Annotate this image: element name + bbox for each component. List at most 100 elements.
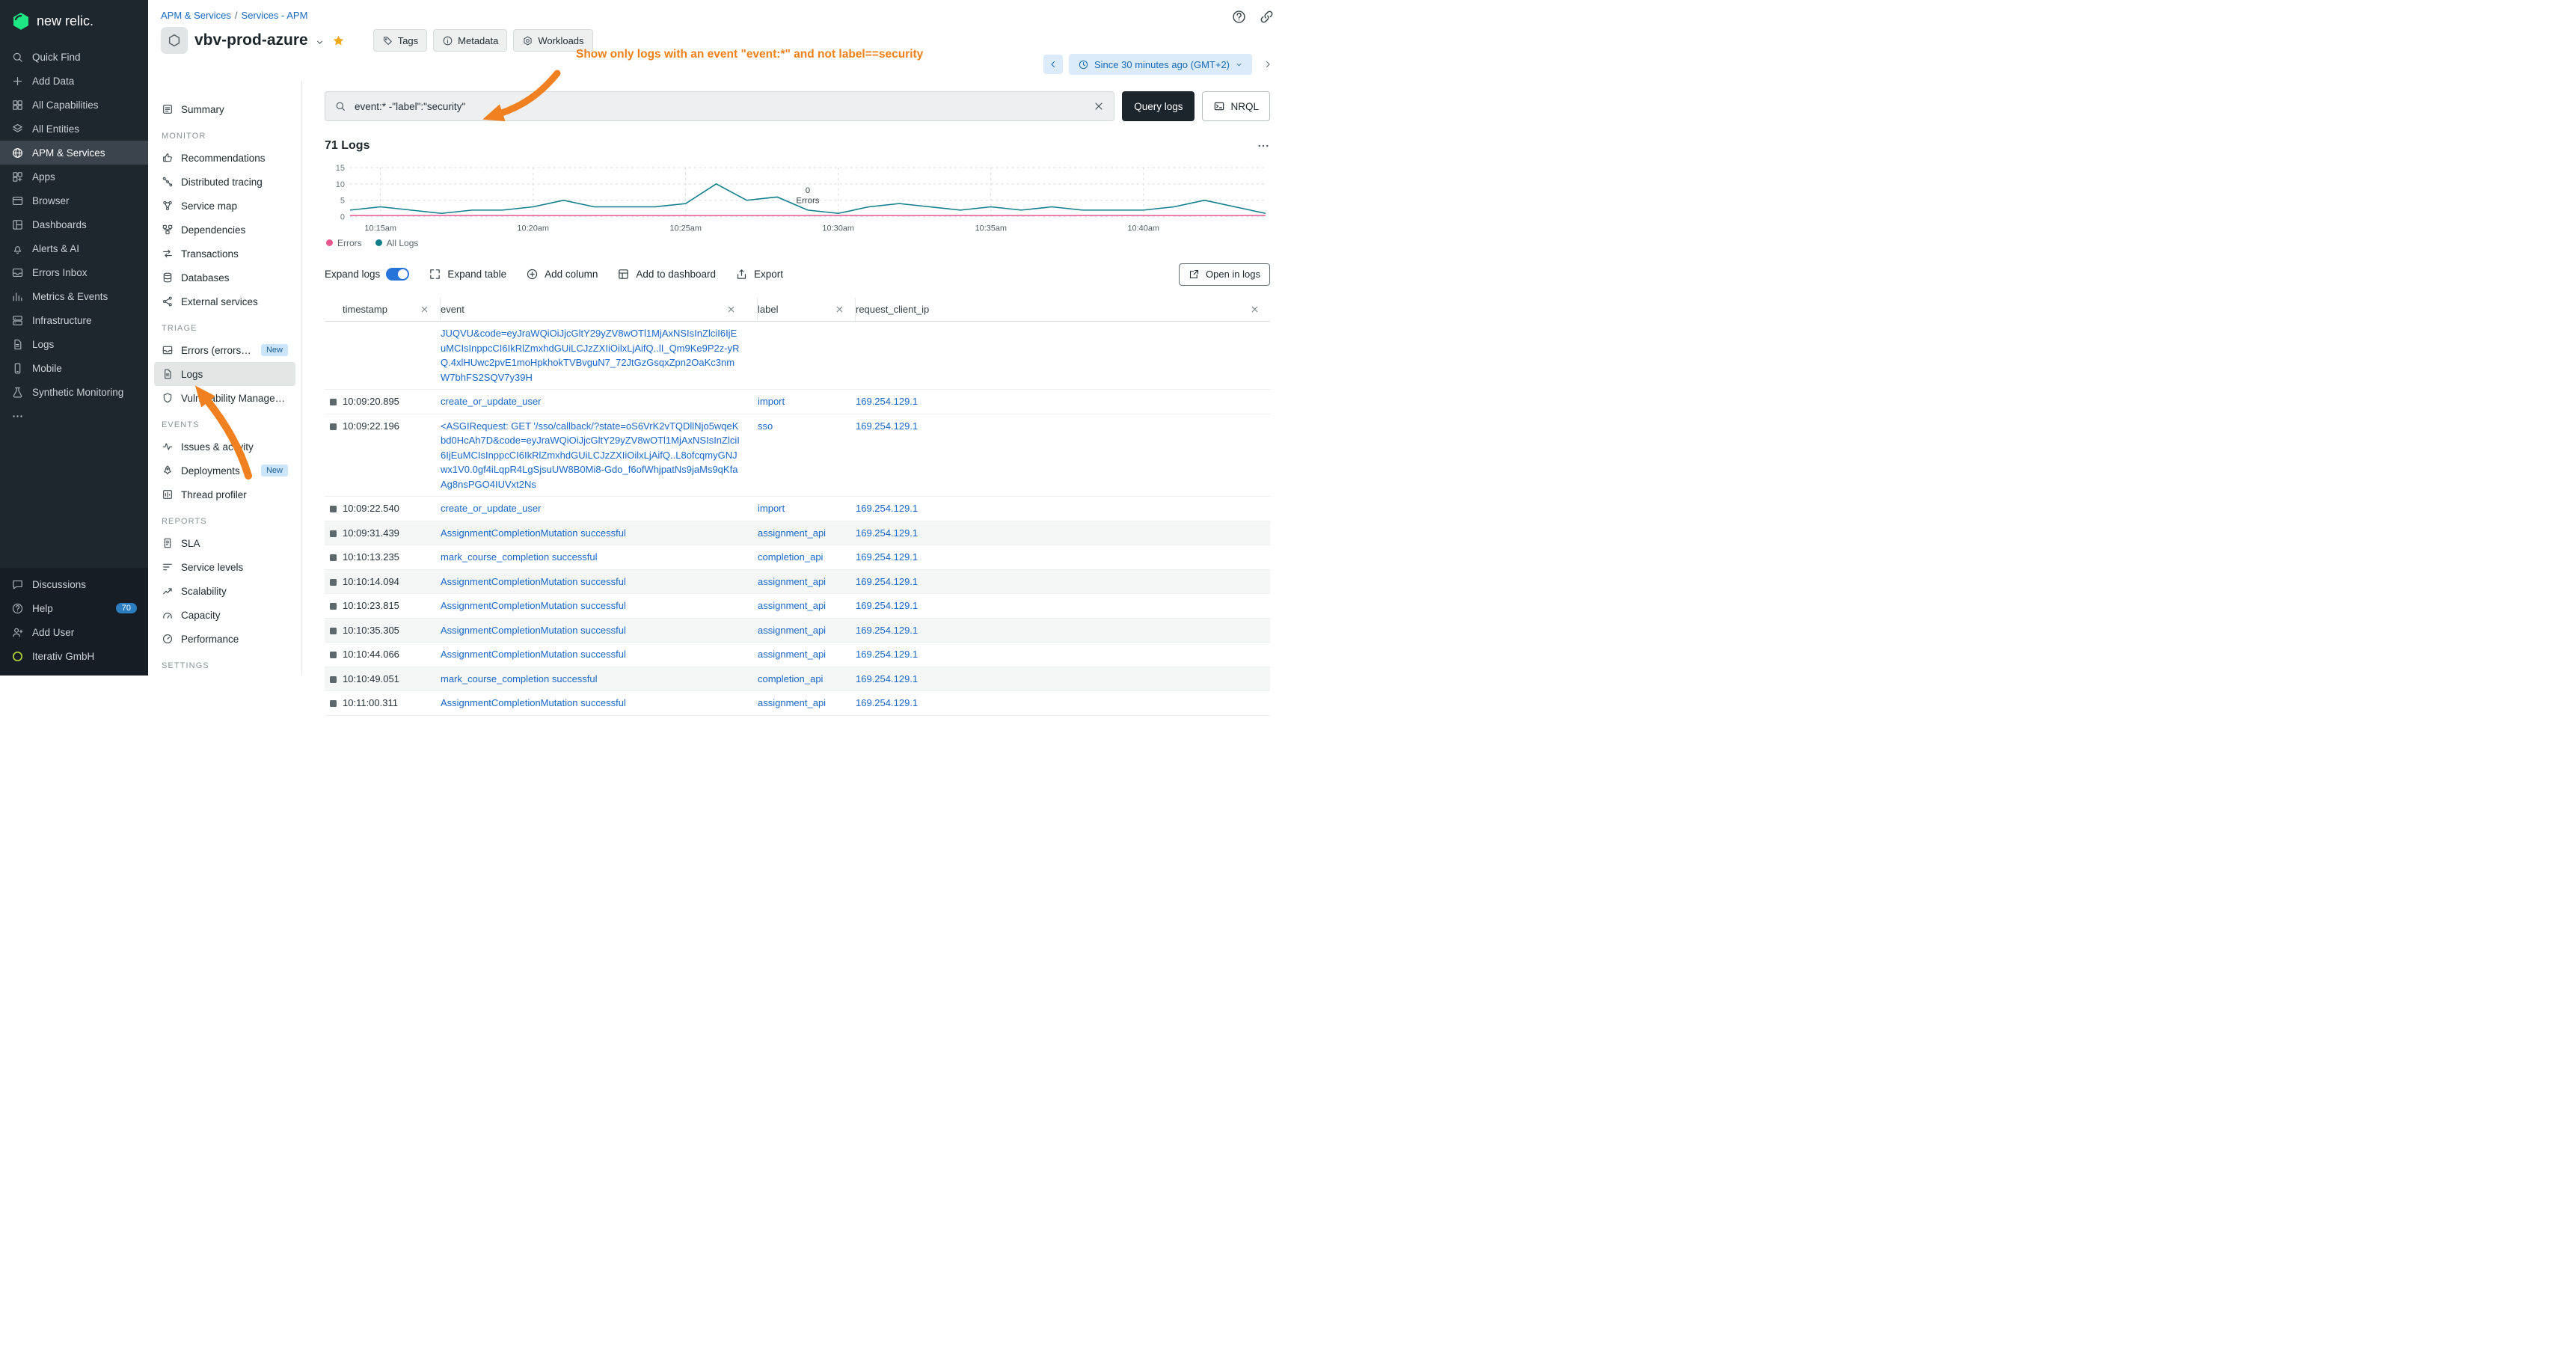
label-link[interactable]: import xyxy=(758,396,785,407)
label-link[interactable]: assignment_api xyxy=(758,600,826,611)
time-forward-button[interactable] xyxy=(1258,55,1278,74)
time-back-button[interactable] xyxy=(1043,55,1063,74)
help-circle-button[interactable] xyxy=(1231,9,1247,25)
clear-search-icon[interactable] xyxy=(1093,100,1105,112)
ip-link[interactable]: 169.254.129.1 xyxy=(856,420,918,432)
log-row[interactable]: 10:09:31.439AssignmentCompletionMutation… xyxy=(325,521,1270,546)
global-footer-item-add-user[interactable]: Add User xyxy=(0,620,148,644)
remove-column-icon[interactable] xyxy=(1250,304,1260,314)
column-header-timestamp[interactable]: timestamp xyxy=(343,298,441,322)
event-link[interactable]: AssignmentCompletionMutation successful xyxy=(441,649,626,660)
event-link[interactable]: JUQVU&code=eyJraWQiOiJjcGltY29yZV8wOTl1M… xyxy=(441,328,740,383)
entity-nav-item-performance[interactable]: Performance xyxy=(154,627,295,651)
log-row[interactable]: 10:09:22.196<ASGIRequest: GET '/sso/call… xyxy=(325,414,1270,497)
ip-link[interactable]: 169.254.129.1 xyxy=(856,649,918,660)
breadcrumb-link-services-apm[interactable]: Services - APM xyxy=(242,10,308,21)
logs-query-input[interactable] xyxy=(353,100,1086,113)
event-link[interactable]: AssignmentCompletionMutation successful xyxy=(441,600,626,611)
favorite-star-icon[interactable] xyxy=(331,34,346,48)
ip-link[interactable]: 169.254.129.1 xyxy=(856,625,918,636)
label-link[interactable]: assignment_api xyxy=(758,527,826,539)
copy-permalink-button[interactable] xyxy=(1259,9,1275,25)
global-nav-item-add-data[interactable]: Add Data xyxy=(0,69,148,93)
global-nav-item-errors-inbox[interactable]: Errors Inbox xyxy=(0,260,148,284)
label-link[interactable]: sso xyxy=(758,420,773,432)
label-link[interactable]: assignment_api xyxy=(758,697,826,708)
event-link[interactable]: <ASGIRequest: GET '/sso/callback/?state=… xyxy=(441,420,740,490)
ip-link[interactable]: 169.254.129.1 xyxy=(856,697,918,708)
global-nav-item-quick-find[interactable]: Quick Find xyxy=(0,45,148,69)
label-link[interactable]: assignment_api xyxy=(758,625,826,636)
global-nav-item-apm-services[interactable]: APM & Services xyxy=(0,141,148,165)
ip-link[interactable]: 169.254.129.1 xyxy=(856,396,918,407)
logs-search-bar[interactable] xyxy=(325,91,1114,121)
global-nav-item-synthetic-monitoring[interactable]: Synthetic Monitoring xyxy=(0,380,148,404)
log-row[interactable]: 10:10:13.235mark_course_completion succe… xyxy=(325,545,1270,570)
label-link[interactable]: completion_api xyxy=(758,551,823,563)
remove-column-icon[interactable] xyxy=(835,304,844,314)
event-link[interactable]: mark_course_completion successful xyxy=(441,673,598,684)
add-column-button[interactable]: Add column xyxy=(526,268,598,281)
open-in-logs-button[interactable]: Open in logs xyxy=(1179,263,1270,286)
label-link[interactable]: import xyxy=(758,503,785,514)
row-select-checkbox[interactable] xyxy=(330,676,337,683)
entity-nav-item-external-services[interactable]: External services xyxy=(154,290,295,313)
label-link[interactable]: completion_api xyxy=(758,673,823,684)
entity-nav-item-summary[interactable]: Summary xyxy=(154,97,295,121)
query-logs-button[interactable]: Query logs xyxy=(1122,91,1195,121)
row-select-checkbox[interactable] xyxy=(330,399,337,405)
ip-link[interactable]: 169.254.129.1 xyxy=(856,503,918,514)
log-row[interactable]: JUQVU&code=eyJraWQiOiJjcGltY29yZV8wOTl1M… xyxy=(325,322,1270,390)
legend-item-all-logs[interactable]: All Logs xyxy=(375,238,419,248)
breadcrumb-link-apm-services[interactable]: APM & Services xyxy=(161,10,231,21)
newrelic-logo[interactable]: new relic. xyxy=(0,0,148,40)
global-nav-item-metrics-events[interactable]: Metrics & Events xyxy=(0,284,148,308)
export-button[interactable]: Export xyxy=(735,268,783,281)
row-select-checkbox[interactable] xyxy=(330,603,337,610)
expand-logs-toggle[interactable] xyxy=(386,268,409,281)
entity-nav-item-thread-profiler[interactable]: Thread profiler xyxy=(154,482,295,506)
log-row[interactable]: 10:10:44.066AssignmentCompletionMutation… xyxy=(325,643,1270,667)
global-nav-item-logs[interactable]: Logs xyxy=(0,332,148,356)
global-nav-item-infrastructure[interactable]: Infrastructure xyxy=(0,308,148,332)
log-row[interactable]: 10:10:49.051mark_course_completion succe… xyxy=(325,667,1270,692)
global-footer-item-discussions[interactable]: Discussions xyxy=(0,572,148,596)
tags-button[interactable]: Tags xyxy=(373,29,427,52)
event-link[interactable]: AssignmentCompletionMutation successful xyxy=(441,527,626,539)
entity-nav-item-scalability[interactable]: Scalability xyxy=(154,579,295,603)
label-link[interactable]: assignment_api xyxy=(758,649,826,660)
log-row[interactable]: 10:10:23.815AssignmentCompletionMutation… xyxy=(325,594,1270,619)
expand-table-button[interactable]: Expand table xyxy=(429,268,506,281)
event-link[interactable]: create_or_update_user xyxy=(441,396,541,407)
log-row[interactable]: 10:09:20.895create_or_update_userimport1… xyxy=(325,390,1270,414)
options-menu-button[interactable] xyxy=(1257,139,1270,153)
ip-link[interactable]: 169.254.129.1 xyxy=(856,527,918,539)
log-row[interactable]: 10:09:22.540create_or_update_userimport1… xyxy=(325,497,1270,521)
ip-link[interactable]: 169.254.129.1 xyxy=(856,551,918,563)
entity-nav-item-errors-errors-inb[interactable]: Errors (errors inb...New xyxy=(154,338,295,362)
label-link[interactable]: assignment_api xyxy=(758,576,826,587)
global-nav-item-dashboards[interactable]: Dashboards xyxy=(0,212,148,236)
logs-timeseries-chart[interactable]: 05101510:15am10:20am10:25am10:30am10:35a… xyxy=(325,160,1270,235)
entity-nav-item-service-levels[interactable]: Service levels xyxy=(154,555,295,579)
entity-nav-item-issues-activity[interactable]: Issues & activity xyxy=(154,435,295,459)
time-range-picker[interactable]: Since 30 minutes ago (GMT+2) xyxy=(1069,54,1252,75)
ip-link[interactable]: 169.254.129.1 xyxy=(856,673,918,684)
nrql-button[interactable]: NRQL xyxy=(1202,91,1270,121)
global-nav-item-browser[interactable]: Browser xyxy=(0,189,148,212)
entity-nav-item-dependencies[interactable]: Dependencies xyxy=(154,218,295,242)
remove-column-icon[interactable] xyxy=(726,304,736,314)
global-nav-item-all-capabilities[interactable]: All Capabilities xyxy=(0,93,148,117)
row-select-checkbox[interactable] xyxy=(330,579,337,586)
add-to-dashboard-button[interactable]: Add to dashboard xyxy=(617,268,716,281)
ip-link[interactable]: 169.254.129.1 xyxy=(856,576,918,587)
row-select-checkbox[interactable] xyxy=(330,628,337,634)
entity-switcher-chevron[interactable] xyxy=(315,37,325,47)
event-link[interactable]: AssignmentCompletionMutation successful xyxy=(441,625,626,636)
global-nav-item-mobile[interactable]: Mobile xyxy=(0,356,148,380)
event-link[interactable]: create_or_update_user xyxy=(441,503,541,514)
event-link[interactable]: AssignmentCompletionMutation successful xyxy=(441,697,626,708)
global-nav-item-apps[interactable]: Apps xyxy=(0,165,148,189)
entity-nav-item-service-map[interactable]: Service map xyxy=(154,194,295,218)
row-select-checkbox[interactable] xyxy=(330,530,337,537)
